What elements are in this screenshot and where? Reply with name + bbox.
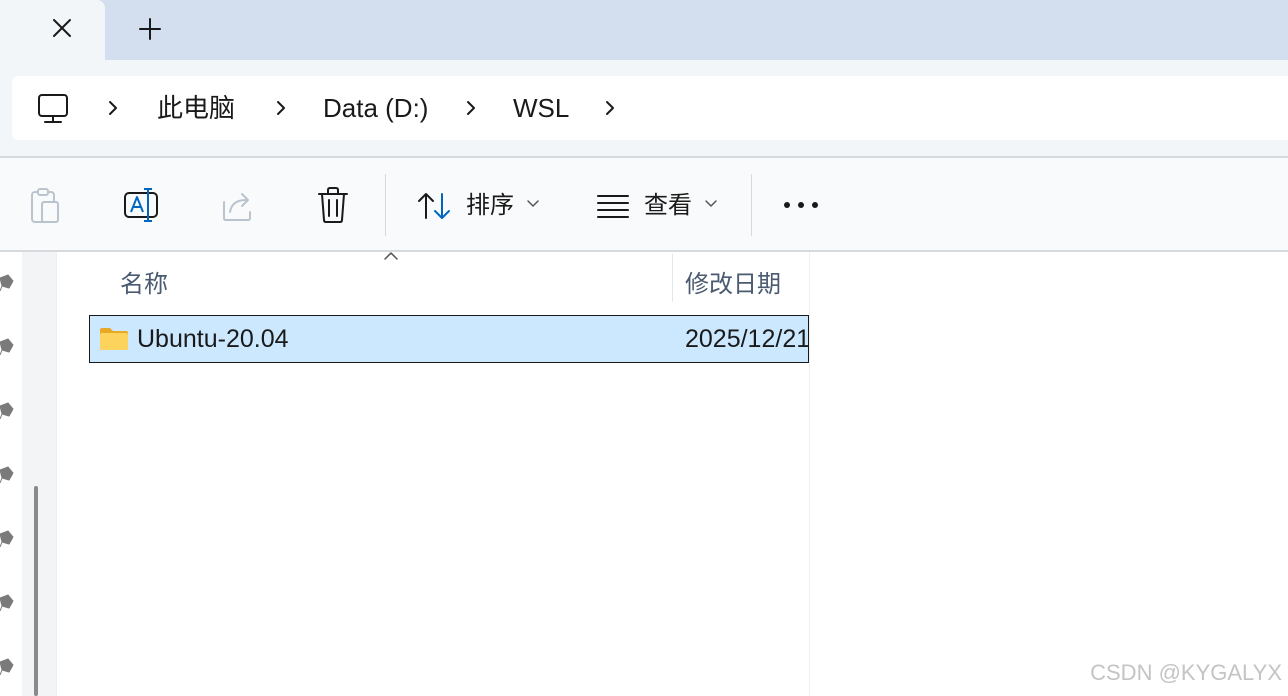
watermark: CSDN @KYGALYX xyxy=(1090,660,1282,685)
navigation-pane xyxy=(0,252,22,696)
tab-strip xyxy=(0,0,1288,60)
breadcrumb-this-pc[interactable]: 此电脑 xyxy=(157,90,235,126)
tab-current[interactable] xyxy=(0,0,105,60)
nav-scrollbar-track[interactable] xyxy=(22,252,56,696)
folder-icon xyxy=(100,328,128,350)
chevron-right-icon[interactable] xyxy=(461,98,481,118)
toolbar-separator xyxy=(751,174,752,236)
column-edge xyxy=(809,252,810,696)
pin-icon[interactable] xyxy=(0,466,14,484)
command-bar: 排序 查看 xyxy=(0,158,1288,250)
delete-icon[interactable] xyxy=(316,180,350,230)
this-pc-icon[interactable] xyxy=(36,92,70,126)
file-name: Ubuntu-20.04 xyxy=(137,325,289,353)
view-list-icon xyxy=(597,195,629,218)
nav-scrollbar-thumb[interactable] xyxy=(34,486,38,696)
toolbar-separator xyxy=(385,174,386,236)
file-date-modified: 2025/12/21 xyxy=(685,325,809,353)
pin-icon[interactable] xyxy=(0,402,14,420)
more-options-icon[interactable] xyxy=(782,180,820,230)
rename-icon[interactable] xyxy=(122,180,162,230)
sort-button[interactable]: 排序 xyxy=(416,180,546,230)
breadcrumb-wsl[interactable]: WSL xyxy=(513,90,569,126)
file-row[interactable]: Ubuntu-20.04 2025/12/21 xyxy=(89,315,809,363)
sort-ascending-icon xyxy=(384,252,398,260)
divider xyxy=(0,250,1288,252)
pin-icon[interactable] xyxy=(0,530,14,548)
chevron-right-icon[interactable] xyxy=(600,98,620,118)
view-label: 查看 xyxy=(644,192,692,219)
address-region: 此电脑 Data (D:) WSL xyxy=(0,60,1288,156)
column-resize-handle[interactable] xyxy=(672,254,673,302)
chevron-down-icon xyxy=(527,200,539,208)
view-button[interactable]: 查看 xyxy=(596,180,722,230)
pin-icon[interactable] xyxy=(0,338,14,356)
sort-icon xyxy=(418,193,450,219)
pin-icon[interactable] xyxy=(0,274,14,292)
column-header-date-modified[interactable]: 修改日期 xyxy=(685,264,781,299)
sort-label: 排序 xyxy=(466,192,514,219)
new-tab-button[interactable] xyxy=(136,15,164,43)
pin-icon[interactable] xyxy=(0,594,14,612)
chevron-right-icon[interactable] xyxy=(271,98,291,118)
address-bar[interactable]: 此电脑 Data (D:) WSL xyxy=(12,76,1288,140)
chevron-right-icon[interactable] xyxy=(103,98,123,118)
close-icon[interactable] xyxy=(48,14,76,42)
paste-icon[interactable] xyxy=(28,180,62,230)
pin-icon[interactable] xyxy=(0,658,14,676)
chevron-down-icon xyxy=(705,200,717,208)
pane-divider[interactable] xyxy=(56,252,57,696)
column-header-name[interactable]: 名称 xyxy=(120,264,168,299)
share-icon[interactable] xyxy=(220,180,256,230)
breadcrumb-data-drive[interactable]: Data (D:) xyxy=(323,90,428,126)
